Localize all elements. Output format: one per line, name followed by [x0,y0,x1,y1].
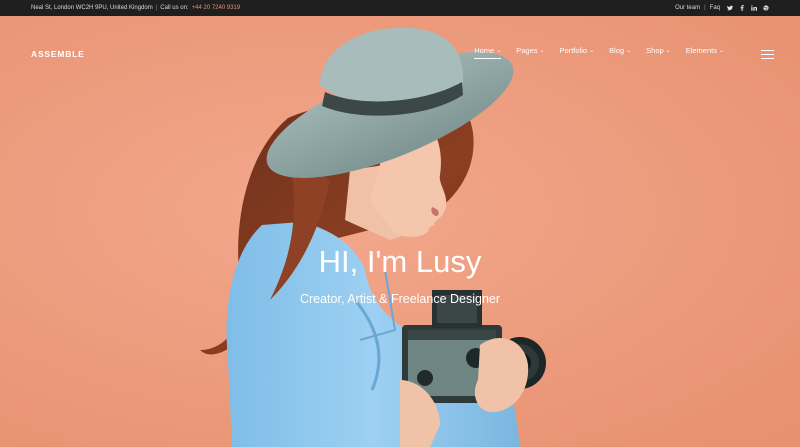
twitter-icon[interactable] [727,5,733,11]
hero-photo [200,27,546,447]
nav-label: Shop [646,46,664,55]
menu-line [761,50,774,51]
nav-label: Elements [685,46,717,55]
faq-link[interactable]: Faq [710,5,720,11]
nav-item-home[interactable]: Home ⌄ [474,46,502,59]
menu-line [761,58,774,59]
dribbble-icon[interactable] [763,5,769,11]
topbar-links: Our team | Faq [675,5,769,11]
chevron-down-icon: ⌄ [665,47,671,54]
linkedin-icon[interactable] [751,5,757,11]
hero-section: ASSEMBLE Home ⌄ Pages ⌄ Portfolio ⌄ Blog… [0,16,800,447]
chevron-down-icon: ⌄ [589,47,595,54]
menu-icon[interactable] [761,50,774,59]
nav-label: Home [474,46,495,55]
nav-label: Blog [609,46,625,55]
nav-item-portfolio[interactable]: Portfolio ⌄ [560,46,595,59]
chevron-down-icon: ⌄ [626,47,632,54]
facebook-icon[interactable] [739,5,745,11]
chevron-down-icon: ⌄ [718,47,724,54]
nav-item-blog[interactable]: Blog ⌄ [609,46,631,59]
nav-label: Portfolio [559,46,588,55]
nav-item-pages[interactable]: Pages ⌄ [516,46,544,59]
brand-logo[interactable]: ASSEMBLE [31,49,85,59]
our-team-link[interactable]: Our team [675,5,700,11]
contact-info: Neal St, London WC2H 9PU, United Kingdom… [31,5,240,11]
top-info-bar: Neal St, London WC2H 9PU, United Kingdom… [0,0,800,16]
phone-link[interactable]: +44 20 7240 9319 [192,5,241,11]
divider: | [155,5,158,11]
chevron-down-icon: ⌄ [496,47,502,54]
nav-item-elements[interactable]: Elements ⌄ [686,46,724,59]
social-links [727,5,769,11]
chevron-down-icon: ⌄ [539,47,545,54]
hero-title: HI, I'm Lusy [318,244,482,279]
nav-label: Pages [516,46,538,55]
hero-subtitle: Creator, Artist & Freelance Designer [299,292,501,306]
main-nav: Home ⌄ Pages ⌄ Portfolio ⌄ Blog ⌄ Shop ⌄… [474,46,724,59]
address-text: Neal St, London WC2H 9PU, United Kingdom [31,5,153,11]
divider: | [704,5,706,11]
call-label: Call us on: [160,5,189,11]
nav-item-shop[interactable]: Shop ⌄ [646,46,671,59]
menu-line [761,54,774,55]
